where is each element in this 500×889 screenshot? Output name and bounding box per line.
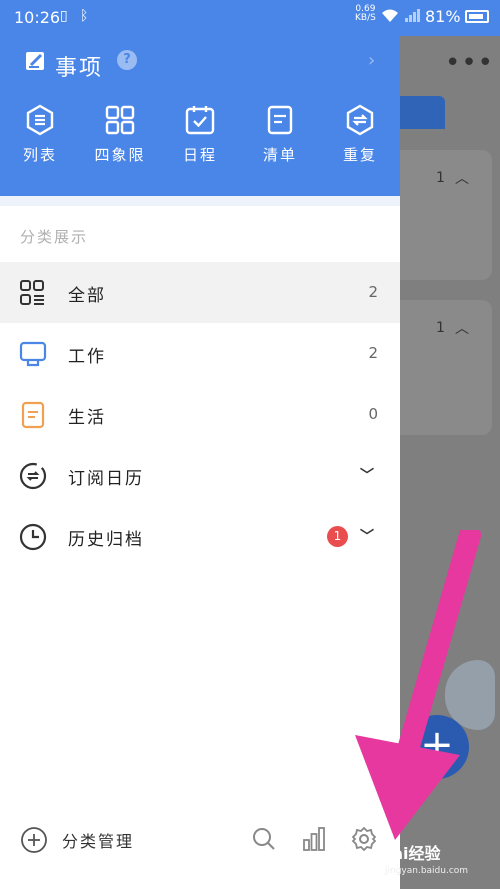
add-circle-icon[interactable] <box>20 826 48 858</box>
calendar-check-icon <box>185 106 215 135</box>
all-grid-icon <box>19 279 47 311</box>
quick-action-schedule[interactable]: 日程 <box>160 104 240 165</box>
category-manage-button[interactable]: 分类管理 <box>62 828 134 852</box>
checklist-doc-icon <box>267 105 293 135</box>
quick-action-list[interactable]: 列表 <box>0 104 80 165</box>
background-card: 1 ︿ <box>400 150 492 280</box>
edit-icon <box>25 49 47 75</box>
drawer-title[interactable]: 事项 <box>55 50 103 82</box>
watermark-url: jingyan.baidu.com <box>385 866 469 876</box>
collapse-chevron-icon: ︿ <box>455 171 469 187</box>
collapse-chevron-icon: ︿ <box>455 321 469 337</box>
quick-action-repeat[interactable]: 重复 <box>320 104 400 165</box>
status-bar: 10:26 ▯ ᛒ 0.69 KB/S 81% <box>0 0 500 36</box>
statistics-icon[interactable] <box>302 826 326 856</box>
background-card: 1 ︿ <box>400 300 492 435</box>
help-icon[interactable]: ? <box>117 50 137 70</box>
signal-icon <box>405 8 421 26</box>
category-subscribe-calendar[interactable]: 订阅日历 ﹀ <box>0 445 400 506</box>
status-time: 10:26 <box>14 8 61 27</box>
category-all[interactable]: 全部 2 <box>0 262 400 323</box>
category-life[interactable]: 生活 0 <box>0 384 400 445</box>
watermark-brand: Bai经验 <box>380 844 441 863</box>
background-tab <box>400 96 445 129</box>
clock-icon <box>19 523 47 555</box>
list-icon <box>26 104 54 136</box>
monitor-icon <box>19 340 47 372</box>
chevron-down-icon[interactable]: ﹀ <box>360 465 374 485</box>
quick-action-quadrant[interactable]: 四象限 <box>80 104 160 165</box>
vibrate-icon: ▯ <box>60 8 68 24</box>
note-icon <box>19 401 47 433</box>
annotation-arrow <box>355 530 481 840</box>
quick-action-checklist[interactable]: 清单 <box>240 104 320 165</box>
category-work[interactable]: 工作 2 <box>0 323 400 384</box>
wifi-icon <box>380 8 400 28</box>
quadrant-grid-icon <box>105 105 135 135</box>
drawer-header: 事项 ? › 列表 四象限 日程 清单 重复 <box>0 36 400 196</box>
category-count: 0 <box>368 405 378 423</box>
category-count: 2 <box>368 283 378 301</box>
chevron-right-icon[interactable]: › <box>368 50 375 71</box>
bluetooth-icon: ᛒ <box>80 8 89 24</box>
battery-percent: 81% <box>425 7 461 26</box>
search-icon[interactable] <box>252 826 276 856</box>
section-title: 分类展示 <box>20 228 89 246</box>
subscribe-icon <box>19 462 47 494</box>
net-speed: 0.69 KB/S <box>355 4 376 23</box>
more-icon[interactable]: ••• <box>445 48 494 78</box>
repeat-icon <box>346 104 374 136</box>
category-count: 2 <box>368 344 378 362</box>
header-divider <box>0 196 400 206</box>
battery-icon <box>465 10 489 23</box>
